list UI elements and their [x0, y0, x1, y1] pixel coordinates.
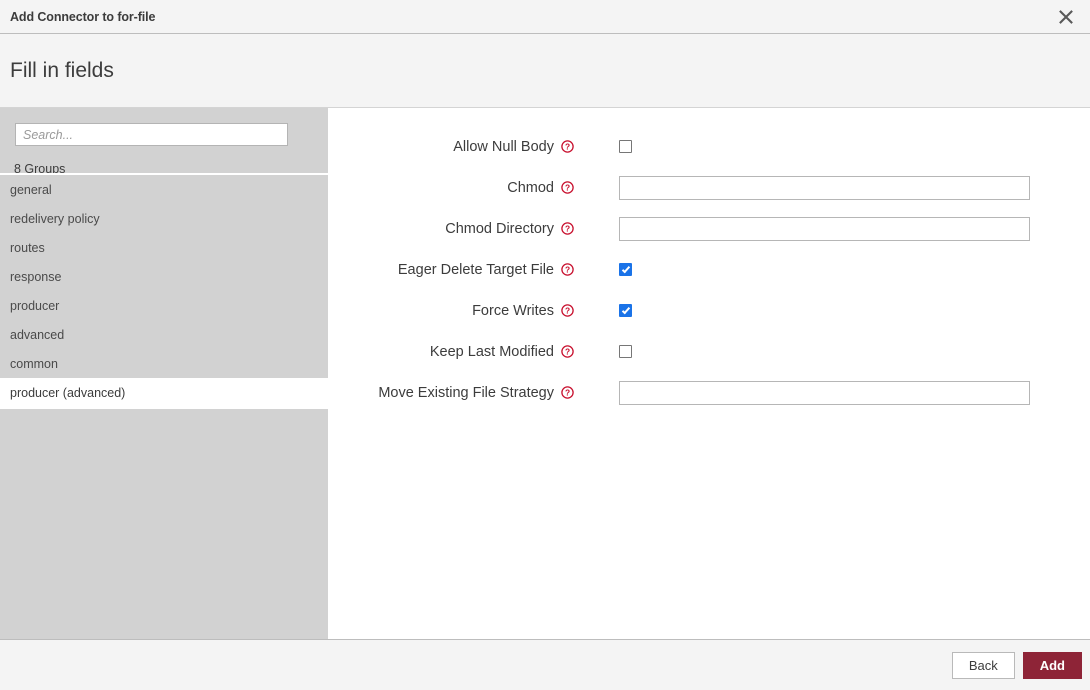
- fields-form: Allow Null Body ? Chmod: [329, 108, 1090, 639]
- svg-text:?: ?: [565, 265, 570, 275]
- field-row-allow-null-body: Allow Null Body ?: [329, 126, 1090, 167]
- sidebar-item-response[interactable]: response: [0, 262, 328, 291]
- page-title: Fill in fields: [0, 59, 114, 83]
- sidebar-item-label: general: [10, 183, 52, 197]
- dialog-body: 8 Groups general redelivery policy route…: [0, 108, 1090, 639]
- help-circle-icon[interactable]: ?: [561, 304, 574, 317]
- field-row-eager-delete-target-file: Eager Delete Target File ?: [329, 249, 1090, 290]
- svg-text:?: ?: [565, 347, 570, 357]
- sidebar-item-redelivery-policy[interactable]: redelivery policy: [0, 204, 328, 233]
- help-circle-icon[interactable]: ?: [561, 181, 574, 194]
- dialog-title: Add Connector to for-file: [0, 10, 155, 24]
- sidebar-item-label: routes: [10, 241, 45, 255]
- field-label: Chmod ?: [329, 180, 574, 196]
- svg-text:?: ?: [565, 224, 570, 234]
- field-label: Move Existing File Strategy ?: [329, 385, 574, 401]
- dialog-titlebar: Add Connector to for-file: [0, 0, 1090, 34]
- field-control: [574, 381, 1030, 405]
- sidebar-item-general[interactable]: general: [0, 175, 328, 204]
- sidebar-item-routes[interactable]: routes: [0, 233, 328, 262]
- field-control: [574, 263, 632, 276]
- sidebar-item-label: common: [10, 357, 58, 371]
- sidebar-item-producer-advanced[interactable]: producer (advanced): [0, 378, 328, 407]
- help-circle-icon[interactable]: ?: [561, 140, 574, 153]
- sidebar-filler: [0, 407, 328, 639]
- add-button[interactable]: Add: [1023, 652, 1082, 679]
- wizard-header: Fill in fields: [0, 34, 1090, 108]
- svg-text:?: ?: [565, 183, 570, 193]
- field-label: Eager Delete Target File ?: [329, 262, 574, 278]
- field-label-text: Chmod Directory: [445, 221, 554, 237]
- eager-delete-target-file-checkbox[interactable]: [619, 263, 632, 276]
- force-writes-checkbox[interactable]: [619, 304, 632, 317]
- field-label: Allow Null Body ?: [329, 139, 574, 155]
- sidebar-item-label: producer (advanced): [10, 386, 125, 400]
- sidebar-item-producer[interactable]: producer: [0, 291, 328, 320]
- help-circle-icon[interactable]: ?: [561, 386, 574, 399]
- svg-text:?: ?: [565, 388, 570, 398]
- sidebar-item-label: redelivery policy: [10, 212, 100, 226]
- add-connector-dialog: Add Connector to for-file Fill in fields…: [0, 0, 1090, 690]
- chmod-directory-input[interactable]: [619, 217, 1030, 241]
- help-circle-icon[interactable]: ?: [561, 345, 574, 358]
- field-control: [574, 345, 632, 358]
- sidebar-item-label: producer: [10, 299, 59, 313]
- groups-sidebar: 8 Groups general redelivery policy route…: [0, 108, 329, 639]
- chmod-input[interactable]: [619, 176, 1030, 200]
- field-label-text: Chmod: [507, 180, 554, 196]
- field-row-chmod-directory: Chmod Directory ?: [329, 208, 1090, 249]
- field-label-text: Keep Last Modified: [430, 344, 554, 360]
- field-row-move-existing-file-strategy: Move Existing File Strategy ?: [329, 372, 1090, 413]
- allow-null-body-checkbox[interactable]: [619, 140, 632, 153]
- dialog-footer: Back Add: [0, 639, 1090, 690]
- field-control: [574, 217, 1030, 241]
- field-control: [574, 176, 1030, 200]
- field-label: Force Writes ?: [329, 303, 574, 319]
- help-circle-icon[interactable]: ?: [561, 263, 574, 276]
- sidebar-item-label: response: [10, 270, 61, 284]
- back-button[interactable]: Back: [952, 652, 1015, 679]
- field-row-keep-last-modified: Keep Last Modified ?: [329, 331, 1090, 372]
- sidebar-item-label: advanced: [10, 328, 64, 342]
- sidebar-header: 8 Groups: [0, 108, 328, 173]
- search-input[interactable]: [15, 123, 288, 146]
- field-control: [574, 304, 632, 317]
- field-row-force-writes: Force Writes ?: [329, 290, 1090, 331]
- field-label: Keep Last Modified ?: [329, 344, 574, 360]
- field-label: Chmod Directory ?: [329, 221, 574, 237]
- field-control: [574, 140, 632, 153]
- field-row-chmod: Chmod ?: [329, 167, 1090, 208]
- move-existing-file-strategy-input[interactable]: [619, 381, 1030, 405]
- close-icon[interactable]: [1042, 0, 1090, 33]
- help-circle-icon[interactable]: ?: [561, 222, 574, 235]
- group-list: general redelivery policy routes respons…: [0, 175, 328, 407]
- keep-last-modified-checkbox[interactable]: [619, 345, 632, 358]
- sidebar-item-advanced[interactable]: advanced: [0, 320, 328, 349]
- sidebar-item-common[interactable]: common: [0, 349, 328, 378]
- groups-count-label: 8 Groups: [0, 146, 328, 173]
- field-label-text: Force Writes: [472, 303, 554, 319]
- svg-text:?: ?: [565, 306, 570, 316]
- field-label-text: Move Existing File Strategy: [378, 385, 554, 401]
- field-label-text: Allow Null Body: [453, 139, 554, 155]
- search-container: [0, 123, 328, 146]
- field-label-text: Eager Delete Target File: [398, 262, 554, 278]
- svg-text:?: ?: [565, 142, 570, 152]
